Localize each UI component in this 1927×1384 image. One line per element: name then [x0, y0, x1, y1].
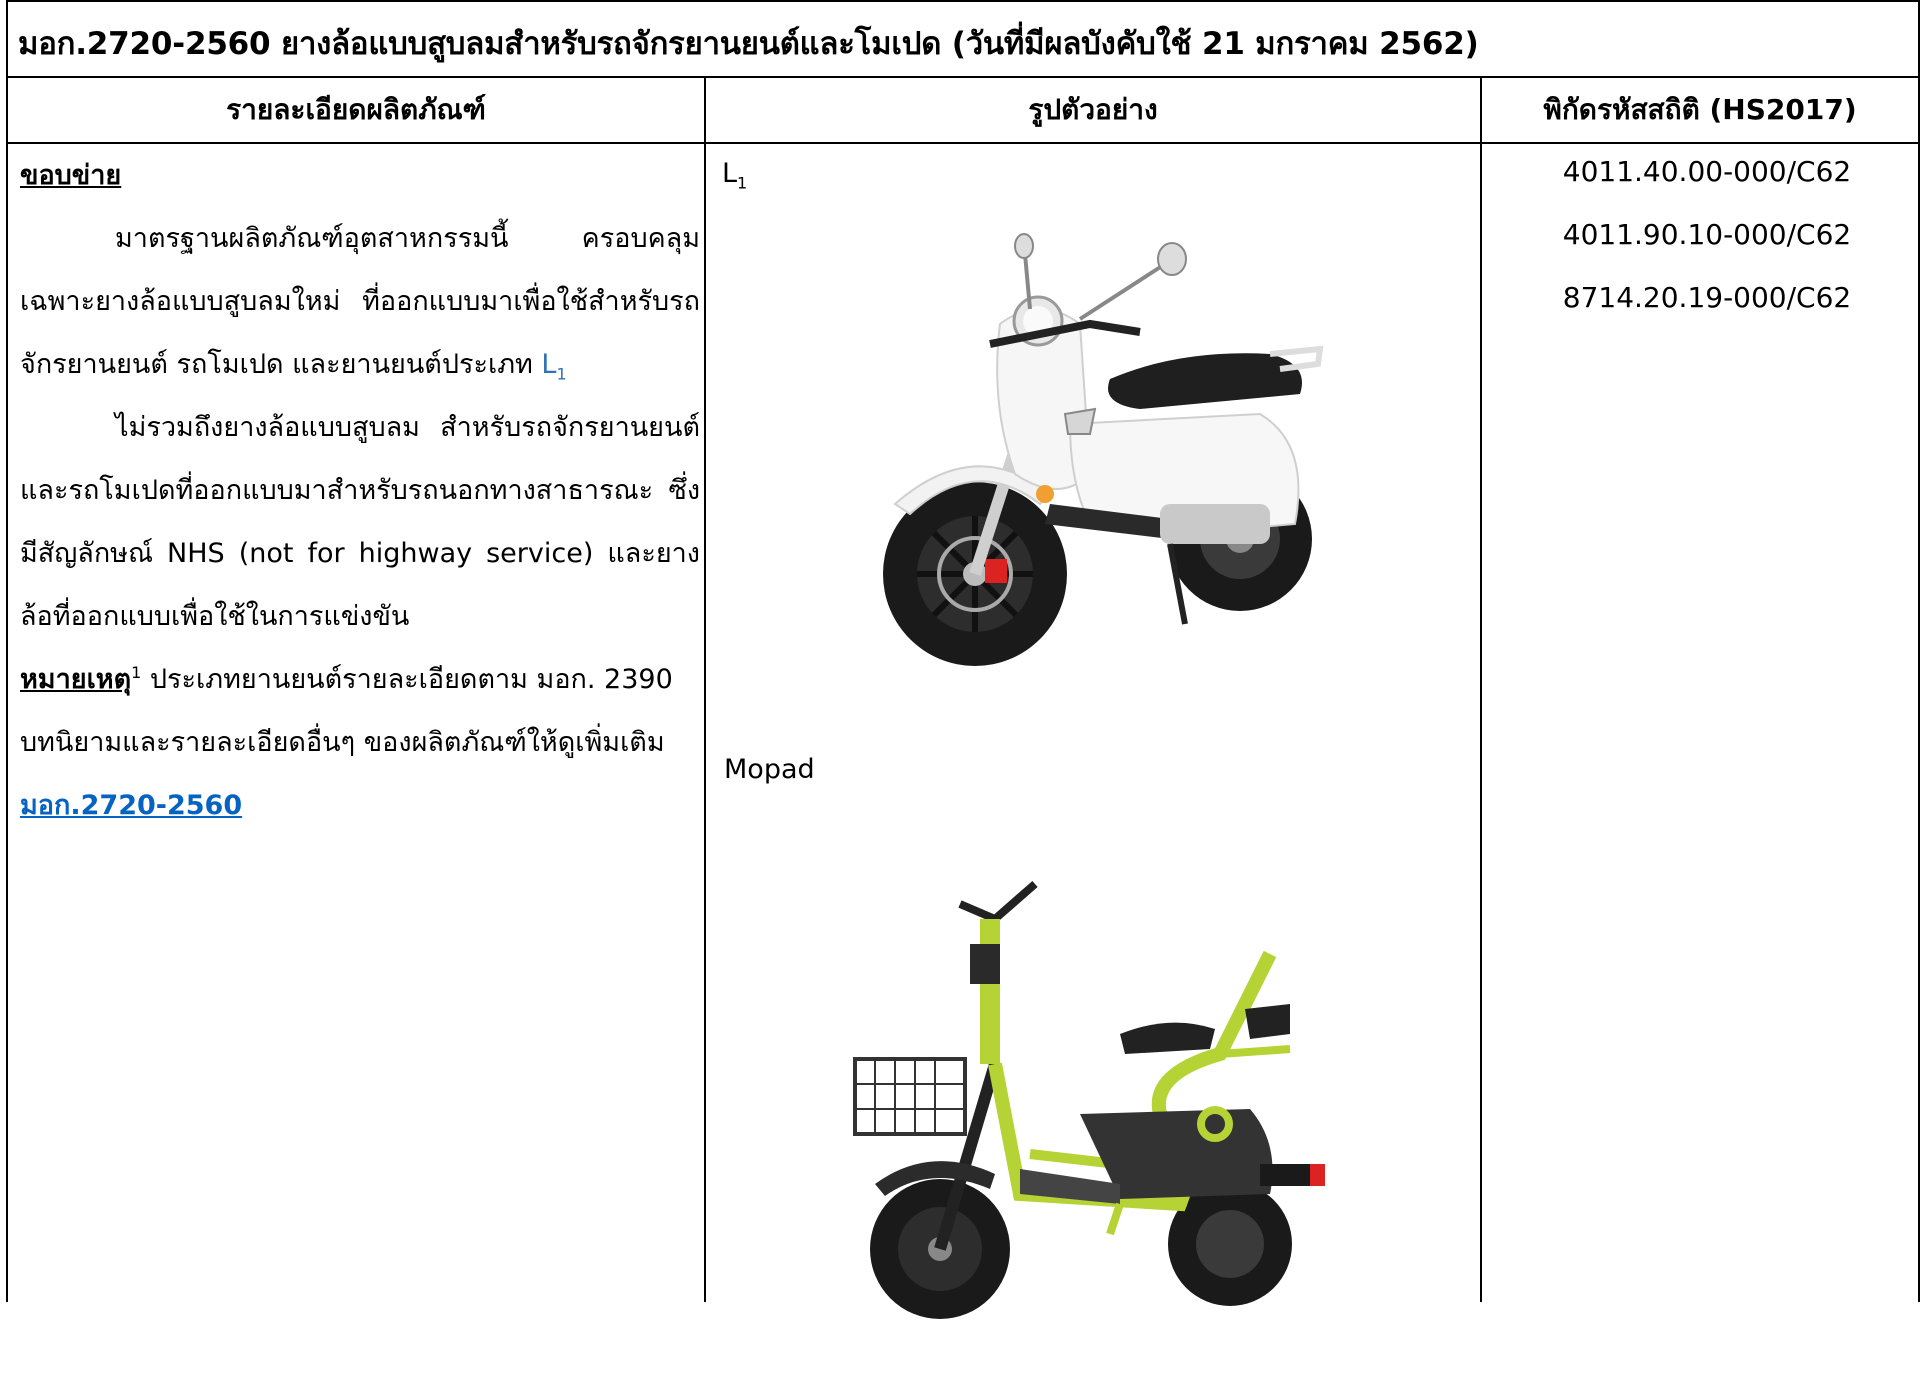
details-cell: ขอบข่าย มาตรฐานผลิตภัณฑ์อุตสาหกรรมนี้ คร… — [20, 144, 700, 837]
header-example: รูปตัวอย่าง — [1028, 93, 1158, 126]
vehicle-class-sub: 1 — [556, 364, 567, 384]
example-label-letter: L — [722, 158, 738, 189]
example-label-mopad: Mopad — [724, 754, 815, 785]
scope-heading: ขอบข่าย — [20, 160, 122, 191]
scope-text: มาตรฐานผลิตภัณฑ์อุตสาหกรรมนี้ ครอบคลุมเฉ… — [20, 223, 700, 380]
header-details: รายละเอียดผลิตภัณฑ์ — [226, 93, 486, 126]
column-divider — [1480, 78, 1482, 1302]
hs-code: 4011.90.10-000/C62 — [1562, 218, 1852, 251]
note-paragraph: หมายเหตุ1 ประเภทยานยนต์รายละเอียดตาม มอก… — [20, 648, 700, 711]
header-row: รายละเอียดผลิตภัณฑ์ รูปตัวอย่าง พิกัดรหั… — [8, 78, 1918, 144]
example-label-sub: 1 — [737, 173, 748, 193]
column-divider — [704, 78, 706, 1302]
standard-link[interactable]: มอก.2720-2560 — [20, 790, 242, 821]
hs-code: 8714.20.19-000/C62 — [1562, 281, 1852, 314]
exclusion-paragraph: ไม่รวมถึงยางล้อแบบสูบลม สำหรับรถจักรยานย… — [20, 412, 700, 632]
note-text: ประเภทยานยนต์รายละเอียดตาม มอก. 2390 — [141, 664, 673, 695]
note-heading: หมายเหตุ — [20, 664, 132, 695]
vehicle-class-letter: L — [541, 349, 557, 380]
hs-code: 4011.40.00-000/C62 — [1562, 155, 1852, 188]
document-page: มอก.2720-2560 ยางล้อแบบสูบลมสำหรับรถจักร… — [0, 0, 1927, 1319]
more-info-text: บทนิยามและรายละเอียดอื่นๆ ของผลิตภัณฑ์ให… — [20, 727, 665, 758]
scope-paragraph: มาตรฐานผลิตภัณฑ์อุตสาหกรรมนี้ ครอบคลุมเฉ… — [20, 207, 700, 396]
hs-code-cell: 4011.40.00-000/C62 4011.90.10-000/C62 87… — [1488, 144, 1926, 333]
example-label-l1: L1 — [722, 158, 748, 193]
table-title: มอก.2720-2560 ยางล้อแบบสูบลมสำหรับรถจักร… — [18, 26, 1479, 62]
header-hs-code: พิกัดรหัสสถิติ (HS2017) — [1543, 93, 1857, 126]
note-sup: 1 — [131, 663, 142, 682]
green-ebike-image — [853, 880, 1325, 1319]
title-row: มอก.2720-2560 ยางล้อแบบสูบลมสำหรับรถจักร… — [8, 2, 1918, 78]
vehicle-class-ref: L1 — [541, 349, 567, 384]
white-scooter-image — [883, 233, 1324, 666]
more-info-paragraph: บทนิยามและรายละเอียดอื่นๆ ของผลิตภัณฑ์ให… — [20, 711, 700, 837]
standard-table: มอก.2720-2560 ยางล้อแบบสูบลมสำหรับรถจักร… — [6, 0, 1920, 1319]
